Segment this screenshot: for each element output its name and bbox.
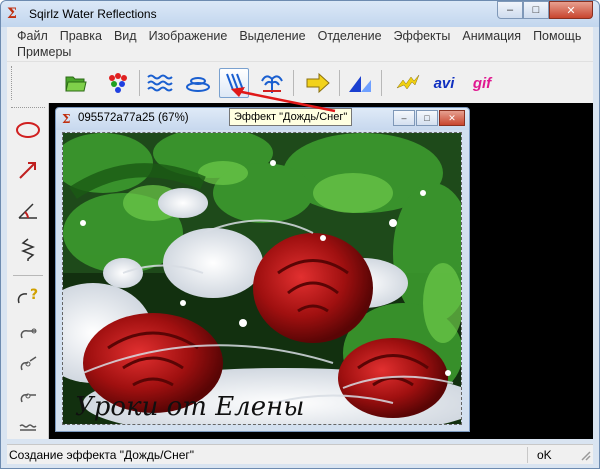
close-button[interactable]: ✕ bbox=[549, 1, 593, 19]
status-bar: Создание эффекта "Дождь/Снег" oK bbox=[7, 444, 593, 464]
menu-animation[interactable]: Анимация bbox=[456, 28, 527, 44]
doc-close-button[interactable]: ✕ bbox=[439, 110, 465, 126]
doc-maximize-button[interactable]: □ bbox=[416, 110, 438, 126]
menu-file[interactable]: Файл bbox=[11, 28, 54, 44]
window-controls: – □ ✕ bbox=[497, 1, 593, 21]
svg-text:?: ? bbox=[30, 287, 38, 303]
app-window: Ʃ Sqirlz Water Reflections – □ ✕ Файл Пр… bbox=[0, 0, 600, 469]
open-folder-icon[interactable] bbox=[61, 68, 91, 98]
maximize-button[interactable]: □ bbox=[523, 1, 549, 19]
zigzag-icon[interactable] bbox=[13, 235, 43, 265]
menu-help[interactable]: Помощь bbox=[527, 28, 587, 44]
resize-grip-icon[interactable] bbox=[579, 449, 591, 461]
lightning-icon[interactable] bbox=[393, 68, 423, 98]
ripple-icon[interactable] bbox=[183, 68, 213, 98]
menu-bar: Файл Правка Вид Изображение Выделение От… bbox=[7, 27, 593, 61]
menu-effects[interactable]: Эффекты bbox=[388, 28, 457, 44]
photo-roses-in-snow: Уроки от Елены bbox=[63, 133, 461, 424]
menu-image[interactable]: Изображение bbox=[143, 28, 234, 44]
toolbar-separator bbox=[139, 70, 140, 96]
status-divider bbox=[527, 447, 528, 463]
status-ok: oK bbox=[537, 448, 552, 462]
menu-edit[interactable]: Правка bbox=[54, 28, 108, 44]
menu-row-2: Примеры bbox=[11, 44, 77, 60]
annotation-arrow bbox=[231, 87, 336, 113]
shape-icon-2[interactable] bbox=[13, 347, 43, 377]
left-toolbar: ? bbox=[7, 103, 49, 439]
image-canvas[interactable]: Уроки от Елены bbox=[62, 132, 462, 425]
title-bar[interactable]: Ʃ Sqirlz Water Reflections – □ ✕ bbox=[1, 1, 599, 27]
reflection-icon[interactable] bbox=[345, 68, 375, 98]
shape-icon-4[interactable] bbox=[13, 409, 43, 439]
document-icon: Ʃ bbox=[62, 112, 71, 126]
menu-selection[interactable]: Выделение bbox=[233, 28, 311, 44]
colors-icon[interactable] bbox=[103, 68, 133, 98]
document-title: 095572a77a25 (67%) bbox=[78, 112, 189, 124]
waves-icon[interactable] bbox=[145, 68, 175, 98]
doc-minimize-button[interactable]: – bbox=[393, 110, 415, 126]
left-toolbar-grip[interactable] bbox=[11, 107, 45, 110]
toolbar-separator bbox=[381, 70, 382, 96]
menu-row-1: Файл Правка Вид Изображение Выделение От… bbox=[11, 28, 587, 44]
status-message: Создание эффекта "Дождь/Снег" bbox=[9, 448, 195, 462]
gif-icon[interactable]: gif bbox=[467, 68, 497, 98]
ellipse-icon[interactable] bbox=[13, 115, 43, 145]
menu-view[interactable]: Вид bbox=[108, 28, 143, 44]
minimize-button[interactable]: – bbox=[497, 1, 523, 19]
document-window: Ʃ 095572a77a25 (67%) – □ ✕ Уроки от Елен… bbox=[55, 107, 470, 432]
menu-examples[interactable]: Примеры bbox=[11, 44, 77, 60]
arrow-line-icon[interactable] bbox=[13, 155, 43, 185]
document-controls: – □ ✕ bbox=[393, 110, 465, 126]
help-shape-icon[interactable]: ? bbox=[13, 279, 43, 309]
image-caption: Уроки от Елены bbox=[75, 392, 304, 422]
window-title: Sqirlz Water Reflections bbox=[29, 7, 157, 21]
toolbar-grip[interactable] bbox=[11, 66, 14, 100]
menu-separation[interactable]: Отделение bbox=[312, 28, 388, 44]
avi-icon[interactable]: avi bbox=[429, 68, 459, 98]
left-toolbar-separator bbox=[13, 275, 43, 276]
shape-icon-3[interactable] bbox=[13, 379, 43, 409]
shape-icon-1[interactable] bbox=[13, 315, 43, 345]
app-icon: Ʃ bbox=[7, 6, 17, 22]
angle-icon[interactable] bbox=[13, 195, 43, 225]
